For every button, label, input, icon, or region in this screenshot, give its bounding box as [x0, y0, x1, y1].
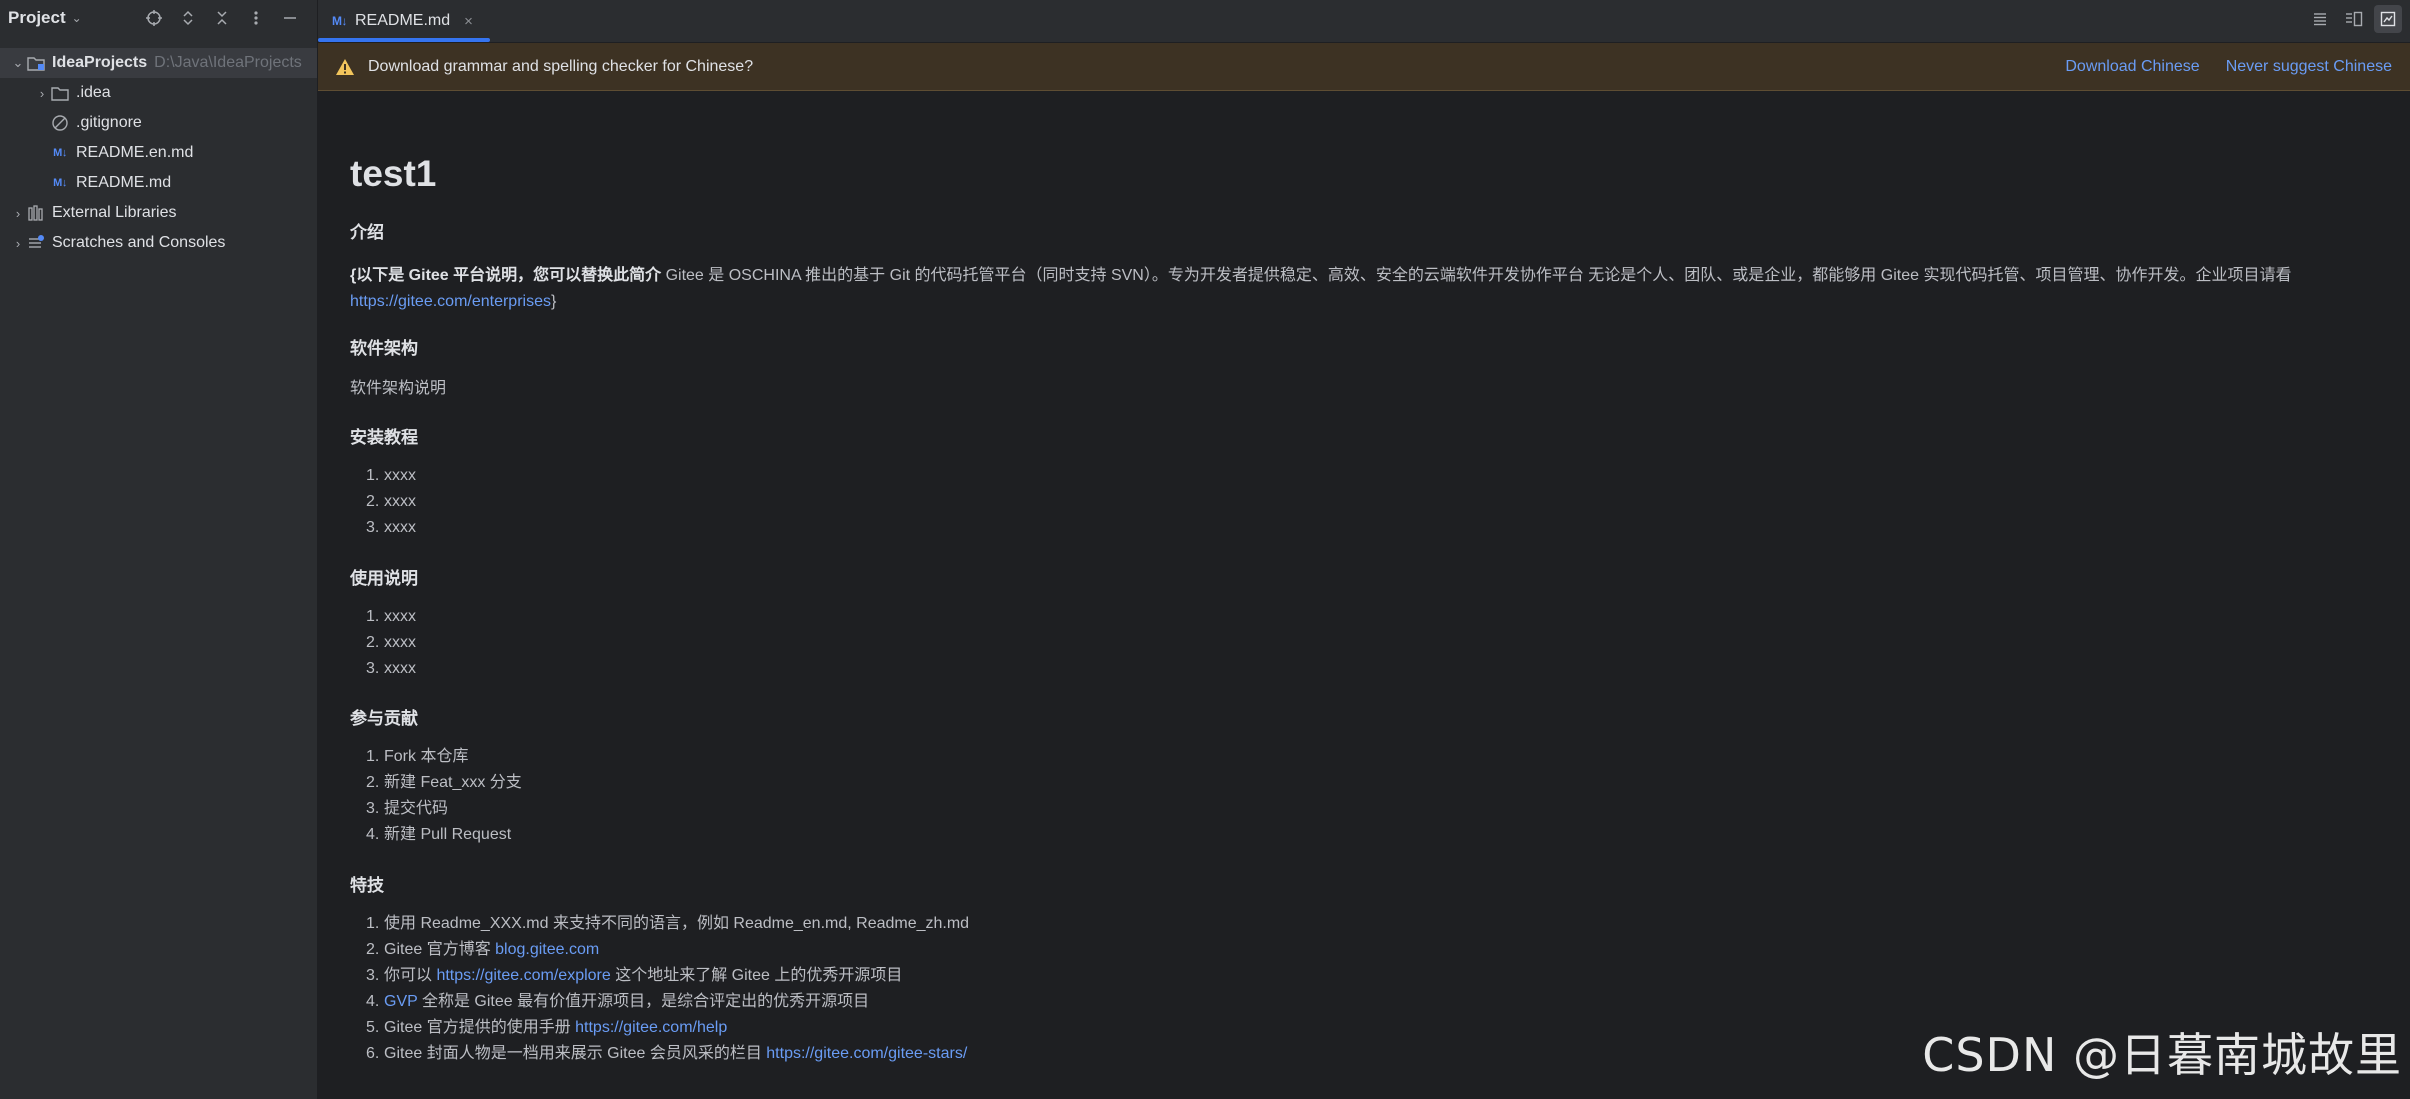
module-folder-icon: [26, 53, 46, 73]
tab-readme[interactable]: M↓ README.md ×: [318, 0, 490, 42]
list-item: 3. 提交代码: [366, 800, 449, 817]
features-list: 1. 使用 Readme_XXX.md 来支持不同的语言，例如 Readme_en…: [366, 911, 969, 1067]
more-options-icon[interactable]: [243, 5, 269, 31]
project-tree: ⌄ IdeaProjects D:\Java\IdeaProjects › .i…: [0, 48, 317, 258]
list-item: 3. 你可以 https://gitee.com/explore 这个地址来了解 …: [366, 967, 903, 984]
list-item: 1. Fork 本仓库: [366, 748, 469, 765]
usage-list: 1. xxxx 2. xxxx 3. xxxx: [366, 604, 416, 682]
preview-only-icon[interactable]: [2374, 5, 2402, 33]
list-item: 1. xxxx: [366, 467, 416, 484]
tree-item-external-libraries[interactable]: › External Libraries: [0, 198, 317, 228]
tree-item-scratches[interactable]: › Scratches and Consoles: [0, 228, 317, 258]
list-item: 1. 使用 Readme_XXX.md 来支持不同的语言，例如 Readme_en…: [366, 915, 970, 932]
document-title: test1: [350, 153, 437, 194]
list-item: 4. GVP 全称是 Gitee 最有价值开源项目，是综合评定出的优秀开源项目: [366, 993, 870, 1010]
active-tab-indicator: [318, 38, 490, 42]
list-item: 1. xxxx: [366, 608, 416, 625]
chevron-right-icon[interactable]: ›: [10, 206, 26, 221]
explore-link[interactable]: https://gitee.com/explore: [436, 967, 610, 984]
list-item: 3. xxxx: [366, 519, 416, 536]
tree-item-readme[interactable]: M↓ README.md: [0, 168, 317, 198]
tree-item-label: README.md: [76, 174, 172, 191]
list-item: 5. Gitee 官方提供的使用手册 https://gitee.com/help: [366, 1019, 728, 1036]
project-sidebar: Project ⌄ ⌄ IdeaProjects D:\Java\IdeaPro…: [0, 0, 318, 1099]
notification-message: Download grammar and spelling checker fo…: [368, 57, 754, 75]
heading-usage: 使用说明: [350, 569, 418, 588]
chevron-down-icon[interactable]: ⌄: [10, 55, 26, 71]
expand-all-icon[interactable]: [175, 5, 201, 31]
architecture-text: 软件架构说明: [350, 380, 447, 397]
tree-item-readme-en[interactable]: M↓ README.en.md: [0, 138, 317, 168]
markdown-file-icon: M↓: [53, 147, 67, 159]
heading-architecture: 软件架构: [350, 339, 418, 358]
editor-only-icon[interactable]: [2306, 5, 2334, 33]
list-item: 2. xxxx: [366, 493, 416, 510]
list-item: 2. Gitee 官方博客 blog.gitee.com: [366, 941, 600, 958]
folder-icon: [50, 83, 70, 103]
install-list: 1. xxxx 2. xxxx 3. xxxx: [366, 463, 416, 541]
csdn-watermark: CSDN @日暮南城故里: [1922, 1028, 2402, 1082]
warning-icon: [334, 56, 356, 78]
tree-item-label: Scratches and Consoles: [52, 234, 226, 251]
close-icon[interactable]: ×: [464, 13, 473, 30]
tree-root-label: IdeaProjects: [52, 54, 148, 71]
intro-bold-text: {以下是 Gitee 平台说明，您可以替换此简介: [350, 267, 662, 284]
heading-intro: 介绍: [350, 223, 384, 242]
tree-item-label: README.en.md: [76, 144, 194, 161]
list-item: 3. xxxx: [366, 660, 416, 677]
chevron-right-icon[interactable]: ›: [34, 86, 50, 101]
intro-end: }: [550, 293, 557, 310]
editor-tab-bar: M↓ README.md ×: [318, 0, 2410, 43]
heading-install: 安装教程: [350, 428, 418, 447]
help-link[interactable]: https://gitee.com/help: [575, 1019, 727, 1036]
library-icon: [26, 203, 46, 223]
tree-root-ideaprojects[interactable]: ⌄ IdeaProjects D:\Java\IdeaProjects: [0, 48, 317, 78]
collapse-all-icon[interactable]: [209, 5, 235, 31]
never-suggest-chinese-link[interactable]: Never suggest Chinese: [2226, 58, 2392, 76]
heading-contribute: 参与贡献: [350, 709, 418, 728]
tree-item-label: .idea: [76, 84, 111, 101]
enterprises-link[interactable]: https://gitee.com/enterprises: [350, 293, 551, 310]
list-item: 2. 新建 Feat_xxx 分支: [366, 774, 522, 791]
intro-paragraph: {以下是 Gitee 平台说明，您可以替换此简介 Gitee 是 OSCHINA…: [350, 263, 2356, 315]
list-item: 2. xxxx: [366, 634, 416, 651]
scratches-icon: [26, 233, 46, 253]
gvp-link[interactable]: GVP: [384, 993, 418, 1010]
markdown-preview: test1 介绍 {以下是 Gitee 平台说明，您可以替换此简介 Gitee …: [318, 91, 2410, 1099]
tab-label: README.md: [355, 12, 451, 29]
chevron-down-icon[interactable]: ⌄: [72, 11, 82, 25]
markdown-file-icon: M↓: [332, 14, 348, 28]
tree-root-path: D:\Java\IdeaProjects: [154, 54, 302, 71]
ignore-file-icon: [50, 113, 70, 133]
project-view-title[interactable]: Project: [8, 8, 66, 28]
markdown-file-icon: M↓: [53, 177, 67, 189]
grammar-checker-notification: Download grammar and spelling checker fo…: [318, 43, 2410, 91]
tree-item-label: .gitignore: [76, 114, 142, 131]
tree-item-idea[interactable]: › .idea: [0, 78, 317, 108]
contribute-list: 1. Fork 本仓库 2. 新建 Feat_xxx 分支 3. 提交代码 4. 新建 …: [366, 744, 522, 848]
gitee-stars-link[interactable]: https://gitee.com/gitee-stars/: [766, 1045, 967, 1062]
list-item: 4. 新建 Pull Request: [366, 826, 512, 843]
editor-view-mode-toolbar: [2306, 5, 2402, 33]
notification-actions: Download Chinese Never suggest Chinese: [2065, 43, 2392, 90]
chevron-right-icon[interactable]: ›: [10, 236, 26, 251]
tree-item-label: External Libraries: [52, 204, 177, 221]
hide-icon[interactable]: [277, 5, 303, 31]
tree-item-gitignore[interactable]: .gitignore: [0, 108, 317, 138]
locate-icon[interactable]: [141, 5, 167, 31]
download-chinese-link[interactable]: Download Chinese: [2065, 58, 2199, 76]
blog-link[interactable]: blog.gitee.com: [495, 941, 599, 958]
intro-text: Gitee 是 OSCHINA 推出的基于 Git 的代码托管平台（同时支持 S…: [661, 267, 2292, 284]
sidebar-toolbar: [141, 5, 303, 31]
split-view-icon[interactable]: [2340, 5, 2368, 33]
list-item: 6. Gitee 封面人物是一档用来展示 Gitee 会员风采的栏目 https:…: [366, 1045, 968, 1062]
heading-features: 特技: [350, 876, 384, 895]
